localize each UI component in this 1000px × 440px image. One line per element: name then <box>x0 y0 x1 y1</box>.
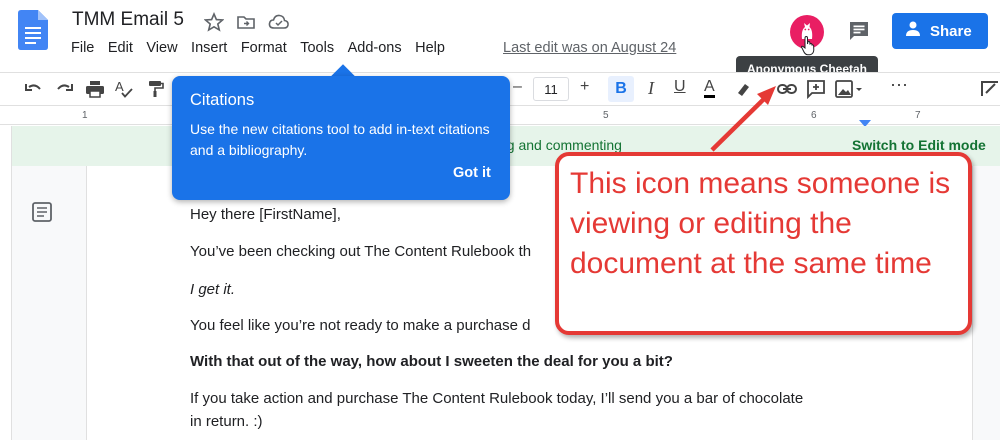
last-edit-link[interactable]: Last edit was on August 24 <box>503 40 676 56</box>
undo-icon[interactable] <box>23 78 45 100</box>
decrease-font-size-button[interactable]: – <box>513 78 522 96</box>
increase-font-size-button[interactable]: + <box>580 78 589 96</box>
popup-body: Use the new citations tool to add in-tex… <box>190 121 490 158</box>
cloud-saved-icon[interactable] <box>268 12 289 32</box>
ruler-number: 5 <box>603 110 609 121</box>
editing-mode-icon[interactable] <box>980 78 1000 100</box>
insert-link-icon[interactable] <box>776 78 798 100</box>
switch-to-edit-mode-link[interactable]: Switch to Edit mode <box>852 137 986 153</box>
move-to-folder-icon[interactable] <box>236 12 256 32</box>
ruler-number: 6 <box>811 110 817 121</box>
banner-message: ting and commenting <box>492 137 622 153</box>
document-title[interactable]: TMM Email 5 <box>72 9 184 31</box>
ruler-number: 1 <box>82 110 88 121</box>
lock-person-icon <box>904 20 922 42</box>
insert-image-icon[interactable] <box>834 78 862 100</box>
paint-format-icon[interactable] <box>145 78 167 100</box>
comment-history-icon[interactable] <box>847 19 871 43</box>
bold-button[interactable]: B <box>608 76 634 102</box>
got-it-button[interactable]: Got it <box>453 165 491 181</box>
highlight-color-icon[interactable] <box>733 78 755 100</box>
share-label: Share <box>930 22 972 40</box>
doc-paragraph[interactable]: Hey there [FirstName], <box>190 206 341 223</box>
insert-comment-icon[interactable] <box>805 78 827 100</box>
redo-icon[interactable] <box>53 78 75 100</box>
menu-add-ons[interactable]: Add-ons <box>348 40 402 56</box>
menu-help[interactable]: Help <box>415 40 445 56</box>
share-button[interactable]: Share <box>892 13 988 49</box>
ruler-number: 7 <box>915 110 921 121</box>
menu-tools[interactable]: Tools <box>300 40 334 56</box>
svg-text:A: A <box>115 79 124 94</box>
font-size-input[interactable]: 11 <box>533 77 569 101</box>
doc-paragraph[interactable]: If you take action and purchase The Cont… <box>190 390 803 407</box>
doc-paragraph[interactable]: You feel like you’re not ready to make a… <box>190 317 531 334</box>
menu-file[interactable]: File <box>71 40 94 56</box>
print-icon[interactable] <box>84 78 106 100</box>
text-color-button[interactable]: A <box>704 78 715 98</box>
more-options-button[interactable]: ⋯ <box>890 75 908 96</box>
doc-paragraph[interactable]: You’ve been checking out The Content Rul… <box>190 243 531 260</box>
popup-title: Citations <box>190 91 255 109</box>
document-outline-icon[interactable] <box>31 201 53 223</box>
menu-format[interactable]: Format <box>241 40 287 56</box>
italic-button[interactable]: I <box>648 78 654 99</box>
spellcheck-icon[interactable]: A <box>113 78 135 100</box>
underline-button[interactable]: U <box>674 78 686 96</box>
google-docs-logo-icon[interactable] <box>18 10 48 50</box>
star-icon[interactable] <box>203 11 225 32</box>
menu-bar: File Edit View Insert Format Tools Add-o… <box>71 40 458 56</box>
doc-paragraph[interactable]: I get it. <box>190 281 235 298</box>
menu-edit[interactable]: Edit <box>108 40 133 56</box>
doc-paragraph[interactable]: With that out of the way, how about I sw… <box>190 353 673 370</box>
vertical-ruler <box>0 126 12 440</box>
doc-paragraph[interactable]: in return. :) <box>190 413 263 430</box>
menu-view[interactable]: View <box>146 40 177 56</box>
annotation-text: This icon means someone is viewing or ed… <box>570 167 951 280</box>
menu-insert[interactable]: Insert <box>191 40 227 56</box>
